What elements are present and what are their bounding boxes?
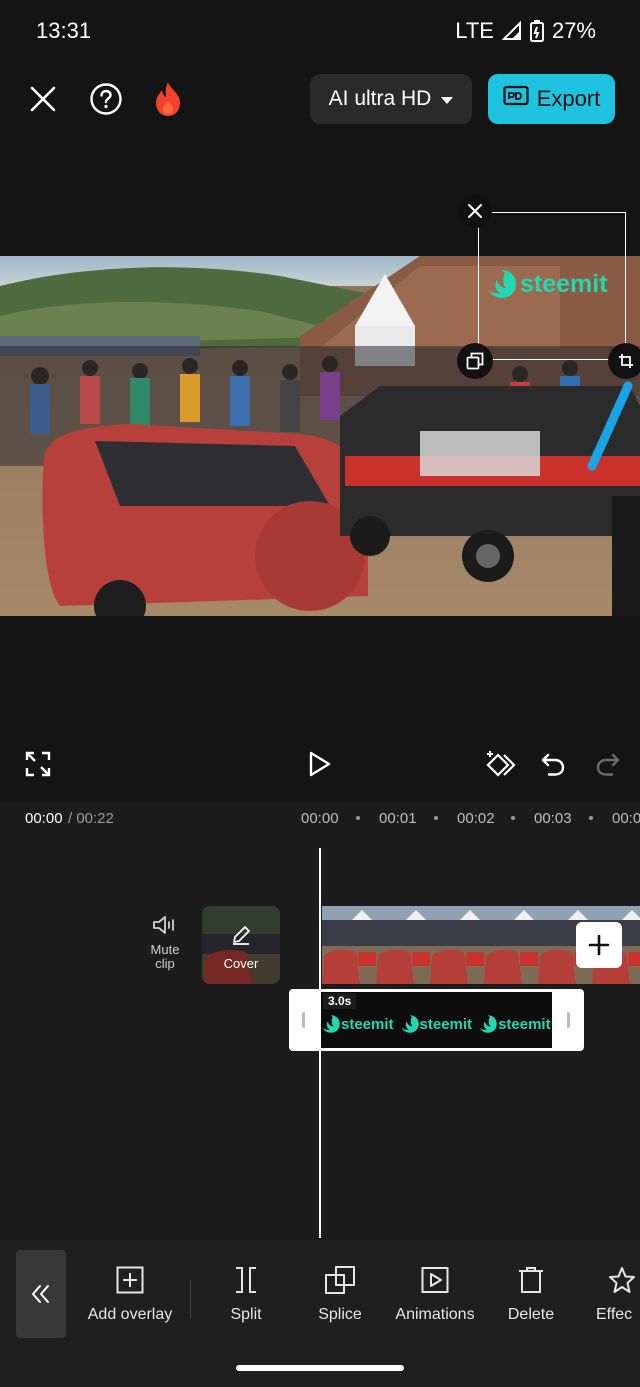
- overlay-thumb: steemit: [400, 1014, 473, 1034]
- signal-icon: [501, 21, 522, 41]
- speaker-icon: [152, 914, 178, 939]
- overlay-track-content: 3.0s steemit steemit steemit: [321, 992, 552, 1048]
- overlay-thumb-text: steemit: [341, 1015, 394, 1033]
- quality-dropdown[interactable]: AI ultra HD: [310, 74, 472, 124]
- ruler-tick: 00:00: [301, 810, 339, 827]
- ruler-tick: 00:01: [379, 810, 417, 827]
- add-clip-button[interactable]: [576, 922, 622, 968]
- effects-label: Effec: [596, 1306, 633, 1323]
- mute-label-line2: clip: [155, 956, 175, 971]
- fullscreen-icon[interactable]: [18, 744, 58, 784]
- mute-clip-button[interactable]: Mute clip: [140, 914, 190, 971]
- delete-icon: [503, 1264, 559, 1296]
- battery-icon: [529, 20, 544, 42]
- add-overlay-button[interactable]: Add overlay: [84, 1264, 176, 1324]
- split-icon: [222, 1264, 270, 1296]
- collapse-button[interactable]: [16, 1250, 66, 1338]
- current-time: 00:00: [25, 810, 63, 827]
- resize-handle-icon[interactable]: [608, 343, 640, 379]
- toolbar-divider: [190, 1280, 191, 1318]
- ruler-tick: 00:03: [534, 810, 572, 827]
- quality-label: AI ultra HD: [328, 87, 432, 110]
- effects-icon: [596, 1264, 640, 1296]
- double-chevron-left-icon: [32, 1285, 49, 1303]
- split-button[interactable]: Split: [222, 1264, 270, 1324]
- timeline[interactable]: 00:00 / 00:22 00:00 00:01 00:02 00:03 00…: [0, 802, 640, 1240]
- video-preview[interactable]: steemit: [0, 134, 640, 746]
- bottom-toolbar: Add overlay Split Splice Animations Dele…: [0, 1240, 640, 1387]
- ruler-tick: 00:02: [457, 810, 495, 827]
- add-overlay-label: Add overlay: [87, 1306, 173, 1323]
- status-indicators: LTE 27%: [455, 18, 596, 44]
- playhead[interactable]: [319, 848, 321, 1238]
- ruler-dot: [511, 816, 515, 820]
- cover-button[interactable]: Cover: [202, 906, 280, 984]
- clip-frame: [376, 906, 430, 984]
- fire-icon[interactable]: [147, 78, 189, 120]
- overlay-thumb: steemit: [321, 1014, 394, 1034]
- undo-icon[interactable]: [533, 744, 573, 784]
- overlay-thumb-text: steemit: [498, 1015, 551, 1033]
- pencil-icon: [230, 924, 252, 951]
- help-icon[interactable]: [85, 78, 127, 120]
- animations-icon: [390, 1264, 480, 1296]
- clip-frame: [430, 906, 484, 984]
- overlay-track-clip[interactable]: 3.0s steemit steemit steemit: [289, 989, 584, 1051]
- editor-header: AI ultra HD Export: [0, 64, 640, 134]
- split-label: Split: [230, 1306, 262, 1323]
- plus-icon: [588, 934, 610, 956]
- playback-controls: [0, 740, 640, 788]
- trim-handle-left[interactable]: [302, 1012, 305, 1028]
- play-icon[interactable]: [300, 744, 340, 784]
- overlay-close-icon[interactable]: [458, 194, 492, 228]
- trim-handle-right[interactable]: [567, 1012, 570, 1028]
- steemit-logo-icon: [479, 1015, 497, 1033]
- time-ruler: 00:00 / 00:22 00:00 00:01 00:02 00:03 00…: [0, 802, 640, 834]
- ruler-dot: [589, 816, 593, 820]
- total-time: / 00:22: [68, 810, 114, 827]
- battery-label: 27%: [551, 18, 596, 43]
- animations-button[interactable]: Animations: [390, 1264, 480, 1324]
- ruler-dot: [356, 816, 360, 820]
- steemit-logo-icon: [401, 1015, 419, 1033]
- effects-button[interactable]: Effec: [596, 1264, 640, 1324]
- splice-label: Splice: [318, 1306, 362, 1323]
- ruler-tick: 00:0: [612, 810, 640, 827]
- overlay-thumb: steemit: [478, 1014, 551, 1034]
- ruler-dot: [434, 816, 438, 820]
- keyframe-icon[interactable]: [480, 744, 520, 784]
- copy-handle-icon[interactable]: [457, 343, 493, 379]
- overlay-thumbnails: steemit steemit steemit: [321, 1014, 551, 1034]
- delete-label: Delete: [507, 1306, 555, 1323]
- close-icon[interactable]: [22, 78, 64, 120]
- network-label: LTE: [455, 18, 494, 43]
- export-icon: [503, 85, 529, 113]
- steemit-logo-icon: [322, 1015, 340, 1033]
- overlay-selection-frame[interactable]: [478, 212, 626, 360]
- clip-frame: [322, 906, 376, 984]
- redo-icon[interactable]: [588, 744, 628, 784]
- export-button[interactable]: Export: [488, 74, 615, 124]
- overlay-thumb-text: steemit: [419, 1015, 473, 1033]
- status-bar: 13:31 LTE 27%: [0, 0, 640, 64]
- export-label: Export: [536, 86, 601, 111]
- home-indicator[interactable]: [236, 1365, 404, 1371]
- clip-frame: [484, 906, 538, 984]
- status-time: 13:31: [36, 18, 92, 43]
- delete-button[interactable]: Delete: [503, 1264, 559, 1324]
- splice-icon: [312, 1264, 368, 1296]
- overlay-duration: 3.0s: [323, 993, 357, 1009]
- splice-button[interactable]: Splice: [312, 1264, 368, 1324]
- add-overlay-icon: [84, 1264, 176, 1296]
- animations-label: Animations: [395, 1306, 475, 1323]
- cover-label: Cover: [223, 956, 259, 971]
- mute-label-line1: Mute: [150, 942, 180, 957]
- chevron-down-icon: [441, 87, 454, 111]
